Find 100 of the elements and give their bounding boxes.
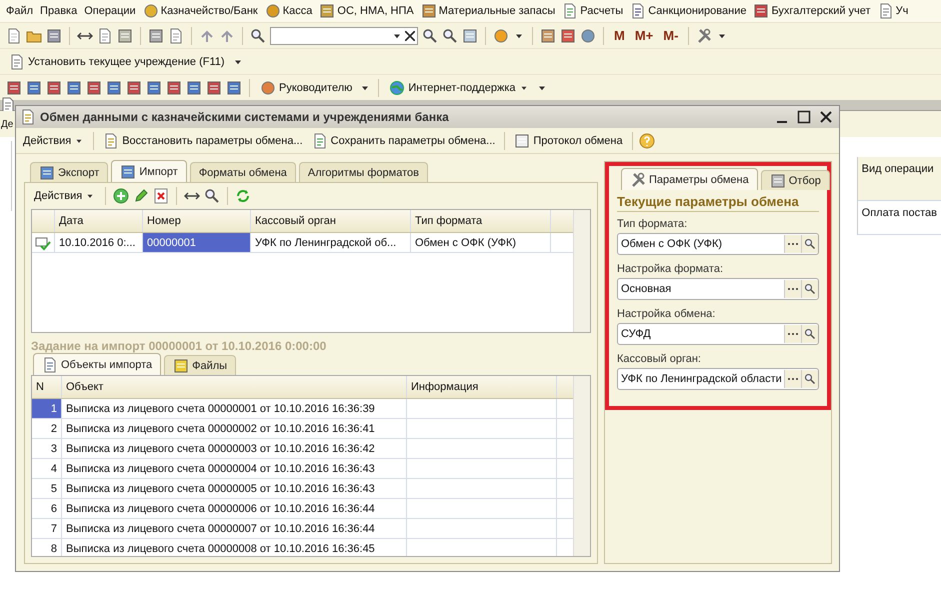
table-row[interactable]: 10.10.2016 0:... 00000001 УФК по Ленинградской об... Обмен с ОФК (УФК) — [32, 233, 573, 253]
input-field[interactable]: СУФД — [617, 323, 819, 345]
menu-item[interactable]: Бухгалтерский учет — [753, 3, 871, 19]
column-header[interactable]: Информация — [407, 376, 557, 398]
save-button[interactable]: Сохранить параметры обмена... — [308, 132, 498, 148]
section-title: Задание на импорт 00000001 от 10.10.2016 0:00:00 — [31, 339, 328, 353]
ellipsis-icon[interactable] — [784, 280, 801, 298]
search-icon[interactable] — [804, 283, 816, 295]
table-cell: Выписка из лицевого счета 00000007 от 10.10.2016 16:36:44 — [62, 519, 407, 538]
menu-item[interactable]: Правка — [40, 5, 78, 17]
field-label: Настройка формата: — [617, 263, 724, 275]
column-header[interactable]: Кассовый орган — [251, 210, 411, 232]
ellipsis-icon[interactable] — [784, 235, 801, 253]
ellipsis-icon[interactable] — [784, 325, 801, 343]
document-icon — [562, 3, 578, 19]
column-header[interactable]: N — [32, 376, 62, 398]
input-field[interactable]: УФК по Ленинградской области — [617, 368, 819, 390]
menu-item[interactable]: Касса — [264, 3, 312, 19]
table-cell: Выписка из лицевого счета 00000002 от 10.10.2016 16:36:41 — [62, 419, 407, 438]
tools-icon — [630, 172, 646, 188]
column-header[interactable]: Объект — [62, 376, 407, 398]
column-header[interactable]: Дата — [55, 210, 143, 232]
column-header[interactable]: Тип формата — [411, 210, 551, 232]
log-button[interactable]: Протокол обмена — [511, 132, 626, 148]
tab[interactable]: Объекты импорта — [33, 353, 162, 375]
memory-button[interactable]: M+ — [632, 28, 656, 43]
column-header[interactable]: Номер — [143, 210, 251, 232]
input-field[interactable]: Основная — [617, 278, 819, 300]
table-row[interactable]: 1 Выписка из лицевого счета 00000001 от 10.10.2016 16:36:39 — [32, 399, 573, 419]
menu-item[interactable]: Операции — [84, 5, 136, 17]
scrollbar[interactable] — [573, 210, 590, 332]
table-row[interactable]: 7 Выписка из лицевого счета 00000007 от 10.10.2016 16:36:44 — [32, 519, 573, 539]
table-cell: Выписка из лицевого счета 00000008 от 10.10.2016 16:36:45 — [62, 539, 407, 556]
tab[interactable]: Импорт — [111, 160, 187, 182]
documents-icon — [42, 356, 58, 372]
menu-item[interactable]: Расчеты — [562, 3, 624, 19]
search-field[interactable] — [270, 26, 418, 44]
row-number: 4 — [32, 459, 62, 478]
document-check-icon — [35, 234, 51, 250]
search-icon[interactable] — [804, 328, 816, 340]
tab[interactable]: Параметры обмена — [621, 168, 758, 190]
row-number: 6 — [32, 499, 62, 518]
tab[interactable]: Форматы обмена — [190, 162, 296, 182]
tab[interactable]: Алгоритмы форматов — [298, 162, 428, 182]
field-label: Кассовый орган: — [617, 353, 702, 365]
document-icon — [630, 3, 646, 19]
menu-item[interactable]: Казначейство/Банк — [142, 3, 258, 19]
document-icon — [878, 3, 894, 19]
menu-item[interactable]: Санкционирование — [630, 3, 746, 19]
scrollbar[interactable] — [573, 376, 590, 556]
clear-icon[interactable] — [405, 30, 415, 40]
refresh-icon[interactable] — [235, 188, 252, 204]
delete-icon[interactable] — [153, 188, 170, 204]
support-button[interactable]: Интернет-поддержка — [386, 80, 532, 96]
tab[interactable]: Отбор — [760, 170, 830, 190]
tab[interactable]: Файлы — [164, 355, 236, 375]
ellipsis-icon[interactable] — [784, 370, 801, 388]
menu-item[interactable]: Файл — [6, 5, 34, 17]
add-icon[interactable] — [113, 188, 130, 204]
globe-icon — [389, 80, 406, 96]
search-icon[interactable] — [204, 188, 220, 204]
row-number: 1 — [32, 399, 62, 418]
row-number: 2 — [32, 419, 62, 438]
search-icon[interactable] — [804, 238, 816, 250]
search-icon[interactable] — [250, 28, 266, 44]
tab[interactable]: Экспорт — [30, 162, 108, 182]
manager-button[interactable]: Руководителю — [257, 80, 356, 96]
table-cell: Оплата постав — [858, 201, 941, 235]
document-icon — [9, 54, 25, 70]
table-row[interactable]: 4 Выписка из лицевого счета 00000004 от 10.10.2016 16:36:43 — [32, 459, 573, 479]
table-row[interactable]: 5 Выписка из лицевого счета 00000005 от 10.10.2016 16:36:43 — [32, 479, 573, 499]
help-icon[interactable] — [638, 132, 655, 148]
menu-item[interactable]: Уч — [878, 3, 908, 19]
section-title: Текущие параметры обмена — [617, 194, 819, 212]
row-number: 5 — [32, 479, 62, 498]
input-field[interactable]: Обмен с ОФК (УФК) — [617, 233, 819, 255]
actions-button[interactable]: Действия — [20, 134, 88, 146]
tools-icon[interactable] — [696, 28, 712, 44]
window-title: Обмен данными с казначейскими системами и учреждениями банка — [40, 110, 449, 124]
new-document-icon[interactable] — [6, 28, 22, 44]
memory-button[interactable]: M — [611, 28, 628, 43]
copy-icon[interactable] — [97, 28, 113, 44]
table-cell: УФК по Ленинградской об... — [251, 233, 411, 252]
document-icon — [20, 109, 36, 125]
table-row[interactable]: 2 Выписка из лицевого счета 00000002 от 10.10.2016 16:36:41 — [32, 419, 573, 439]
set-institution-button[interactable]: Установить текущее учреждение (F11) — [6, 54, 228, 70]
menu-item[interactable]: Материальные запасы — [420, 3, 556, 19]
preview-icon[interactable] — [168, 28, 184, 44]
table-cell: Выписка из лицевого счета 00000004 от 10.10.2016 16:36:43 — [62, 459, 407, 478]
menu-item[interactable]: ОС, НМА, НПА — [319, 3, 414, 19]
pencil-icon[interactable] — [133, 188, 150, 204]
maximize-icon[interactable] — [797, 110, 811, 124]
restore-button[interactable]: Восстановить параметры обмена... — [100, 132, 306, 148]
memory-button[interactable]: M- — [660, 28, 682, 43]
search-icon[interactable] — [804, 373, 816, 385]
close-icon[interactable] — [819, 110, 833, 124]
table-row[interactable]: 3 Выписка из лицевого счета 00000003 от 10.10.2016 16:36:42 — [32, 439, 573, 459]
table-row[interactable]: 6 Выписка из лицевого счета 00000006 от 10.10.2016 16:36:44 — [32, 499, 573, 519]
field-label: Тип формата: — [617, 218, 688, 230]
actions-button[interactable]: Действия — [31, 190, 98, 202]
